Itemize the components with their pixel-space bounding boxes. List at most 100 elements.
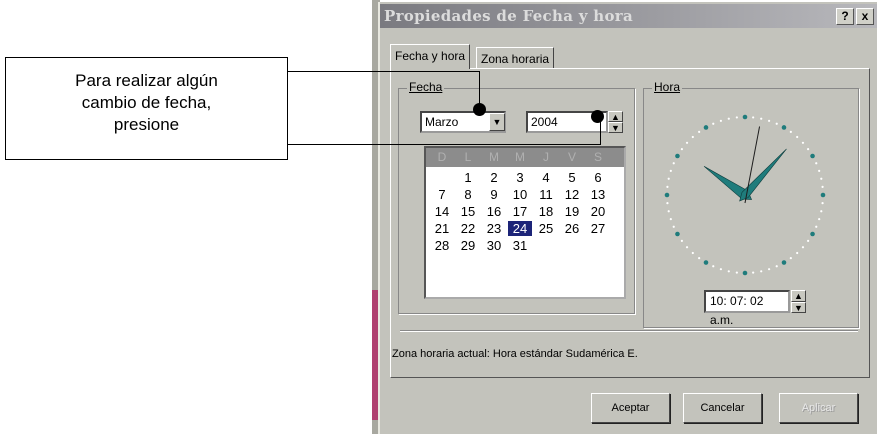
- clock-minute-marker: [691, 135, 694, 139]
- calendar-day[interactable]: 25: [534, 221, 558, 236]
- clock-minute-marker: [760, 117, 763, 120]
- clock-hour-marker: [675, 231, 680, 237]
- calendar-day[interactable]: 15: [456, 204, 480, 219]
- clock-minute-marker: [818, 218, 821, 221]
- calendar-day[interactable]: 9: [482, 187, 506, 202]
- clock-minute-marker: [698, 130, 701, 133]
- calendar-day[interactable]: 26: [560, 221, 584, 236]
- clock-minute-marker: [672, 225, 675, 228]
- time-spin-down-button[interactable]: ▼: [791, 302, 806, 313]
- clock-hour-marker: [781, 260, 787, 265]
- apply-button[interactable]: Aplicar: [779, 393, 858, 423]
- callout-line-2: cambio de fecha,: [81, 93, 212, 112]
- clock-minute-marker: [735, 116, 738, 119]
- calendar-day-header: J: [543, 150, 549, 164]
- clock-hour-marker: [742, 114, 748, 120]
- clock-hour-marker: [810, 231, 815, 237]
- calendar-day[interactable]: 13: [586, 187, 610, 202]
- date-group-label: Fecha: [407, 80, 445, 94]
- clock-hour-marker: [675, 153, 680, 159]
- calendar-day[interactable]: 2: [482, 170, 506, 185]
- tab-fecha-y-hora[interactable]: Fecha y hora: [390, 44, 471, 69]
- calendar-day-header: M: [489, 150, 499, 164]
- calendar-day[interactable]: 6: [586, 170, 610, 185]
- calendar-day[interactable]: 28: [430, 238, 454, 253]
- calendar-day[interactable]: 1: [456, 170, 480, 185]
- clock-minute-marker: [820, 177, 823, 180]
- calendar-day[interactable]: 22: [456, 221, 480, 236]
- clock-minute-marker: [667, 177, 670, 180]
- calendar-day[interactable]: 8: [456, 187, 480, 202]
- clock-minute-marker: [789, 130, 792, 133]
- calendar-day[interactable]: 21: [430, 221, 454, 236]
- calendar-day[interactable]: 17: [508, 204, 532, 219]
- calendar-day[interactable]: 31: [508, 238, 532, 253]
- calendar-day[interactable]: 29: [456, 238, 480, 253]
- clock-minute-marker: [775, 265, 778, 268]
- time-field[interactable]: 10: 07: 02 a.m.: [704, 290, 790, 327]
- clock-hour-marker: [703, 260, 709, 265]
- calendar-day[interactable]: 30: [482, 238, 506, 253]
- clock-minute-marker: [775, 122, 778, 125]
- year-spin-down-button[interactable]: ▼: [608, 122, 623, 133]
- clock-hour-marker: [810, 153, 815, 159]
- clock-minute-marker: [719, 268, 722, 271]
- calendar-day-header: M: [515, 150, 525, 164]
- calendar-day[interactable]: 3: [508, 170, 532, 185]
- clock-minute-marker: [672, 162, 675, 165]
- calendar-day[interactable]: 19: [560, 204, 584, 219]
- clock-hour-marker: [742, 270, 748, 276]
- clock-hour-marker: [781, 125, 787, 130]
- calendar-day[interactable]: 10: [508, 187, 532, 202]
- month-dropdown-button[interactable]: ▼: [489, 113, 505, 131]
- calendar-day[interactable]: 12: [560, 187, 584, 202]
- calendar-day[interactable]: 23: [482, 221, 506, 236]
- calendar-day-selected[interactable]: 24: [508, 221, 532, 236]
- callout-leader-line-1-vertical: [479, 71, 480, 106]
- clock-minute-marker: [667, 210, 670, 213]
- clock-minute-marker: [669, 218, 672, 221]
- calendar-day[interactable]: 18: [534, 204, 558, 219]
- clock-minute-marker: [680, 148, 683, 151]
- clock-minute-marker: [698, 257, 701, 260]
- callout-line-3: presione: [113, 115, 180, 134]
- tab-zona-horaria[interactable]: Zona horaria: [476, 47, 555, 69]
- clock-minute-marker: [815, 162, 818, 165]
- calendar-day[interactable]: 7: [430, 187, 454, 202]
- help-button[interactable]: ?: [836, 8, 854, 25]
- clock-minute-marker: [801, 141, 805, 144]
- cancel-button[interactable]: Cancelar: [683, 393, 762, 423]
- callout-leader-line-1: [288, 71, 479, 72]
- separator: [400, 330, 858, 331]
- calendar-day[interactable]: 11: [534, 187, 558, 202]
- title-bar[interactable]: Propiedades de Fecha y hora ? x: [380, 4, 877, 28]
- calendar-day[interactable]: 16: [482, 204, 506, 219]
- clock-minute-marker: [768, 268, 771, 271]
- clock-minute-marker: [712, 265, 715, 268]
- close-button[interactable]: x: [856, 8, 874, 25]
- calendar-day[interactable]: 4: [534, 170, 558, 185]
- clock-minute-marker: [727, 270, 730, 273]
- clock-minute-marker: [666, 185, 669, 188]
- clock-minute-marker: [680, 239, 683, 242]
- clock-minute-marker: [691, 251, 694, 255]
- clock-minute-marker: [807, 239, 810, 242]
- year-spin-up-button[interactable]: ▲: [608, 111, 623, 122]
- clock-minute-marker: [807, 148, 810, 151]
- calendar-day[interactable]: 5: [560, 170, 584, 185]
- clock-minute-marker: [669, 169, 672, 172]
- clock-minute-marker: [768, 119, 771, 122]
- clock-minute-marker: [821, 202, 824, 205]
- clock-hour-marker: [664, 192, 670, 198]
- time-group-label: Hora: [652, 80, 683, 94]
- current-timezone-text: Zona horaria actual: Hora estándar Sudam…: [392, 348, 638, 360]
- clock-hour-marker: [703, 125, 709, 130]
- clock-minute-marker: [760, 270, 763, 273]
- clock-minute-marker: [789, 257, 792, 260]
- calendar-day[interactable]: 14: [430, 204, 454, 219]
- callout-pointer-dot-2: [591, 110, 604, 123]
- ok-button[interactable]: Aceptar: [591, 393, 670, 423]
- time-spin-up-button[interactable]: ▲: [791, 290, 806, 302]
- calendar-day[interactable]: 20: [586, 204, 610, 219]
- calendar-day[interactable]: 27: [586, 221, 610, 236]
